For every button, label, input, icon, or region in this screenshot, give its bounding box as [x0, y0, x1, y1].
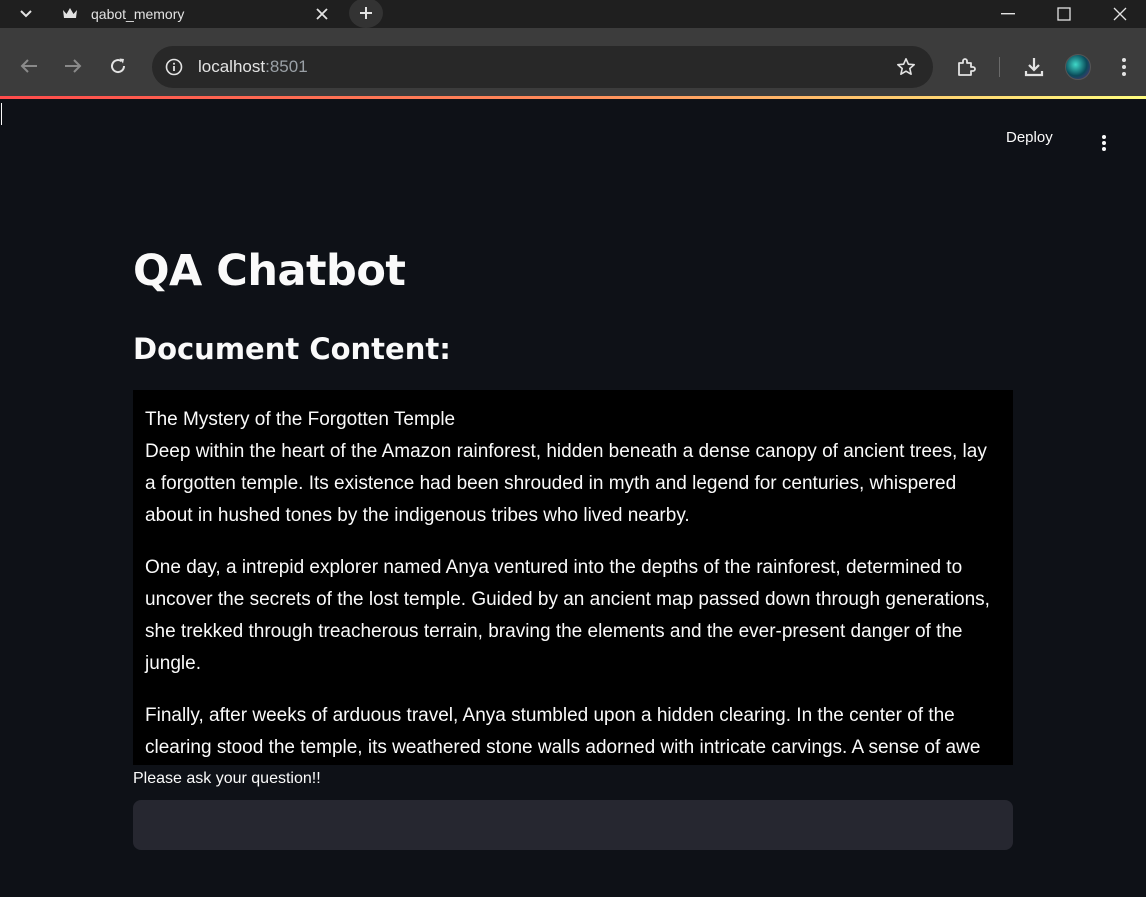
document-content-box[interactable]: The Mystery of the Forgotten Temple Deep…	[133, 390, 1013, 765]
reload-icon	[111, 58, 126, 74]
document-title-line: The Mystery of the Forgotten Temple	[145, 409, 456, 430]
arrow-right-icon	[65, 59, 82, 73]
extensions-puzzle-icon[interactable]	[954, 54, 980, 80]
profile-avatar[interactable]	[1065, 54, 1091, 80]
minimize-button[interactable]	[980, 0, 1036, 28]
question-input[interactable]	[133, 800, 1013, 850]
plus-icon	[360, 7, 372, 19]
reload-button[interactable]	[106, 54, 130, 78]
arrow-left-icon	[20, 59, 37, 73]
new-tab-button[interactable]	[349, 0, 383, 28]
url-host: localhost	[198, 57, 266, 76]
tab-search-chevron-icon[interactable]	[14, 4, 38, 24]
maximize-icon	[1057, 7, 1071, 21]
site-info-icon[interactable]	[162, 55, 186, 79]
url-port: :8501	[265, 57, 308, 76]
toolbar-divider	[999, 57, 1000, 77]
browser-tab[interactable]: qabot_memory	[46, 0, 340, 28]
close-window-button[interactable]	[1092, 0, 1146, 28]
document-paragraph: One day, a intrepid explorer named Anya …	[145, 557, 990, 674]
close-icon	[1113, 7, 1127, 21]
document-paragraph: Deep within the heart of the Amazon rain…	[145, 441, 987, 526]
streamlit-crown-icon	[62, 7, 78, 21]
tab-title: qabot_memory	[91, 6, 185, 22]
deploy-button[interactable]: Deploy	[1006, 129, 1053, 146]
minimize-icon	[1001, 13, 1015, 15]
forward-button[interactable]	[61, 54, 85, 78]
bookmark-star-icon[interactable]	[895, 56, 917, 78]
page-title: QA Chatbot	[133, 246, 406, 296]
maximize-button[interactable]	[1036, 0, 1092, 28]
text-cursor	[1, 103, 2, 125]
browser-toolbar: localhost:8501	[0, 28, 1146, 98]
app-main-menu-icon[interactable]	[1092, 131, 1116, 155]
document-paragraph: Finally, after weeks of arduous travel, …	[145, 705, 981, 758]
downloads-icon[interactable]	[1021, 54, 1047, 80]
url-text: localhost:8501	[198, 57, 308, 77]
browser-menu-kebab-icon[interactable]	[1111, 54, 1137, 80]
address-bar[interactable]: localhost:8501	[152, 46, 933, 88]
browser-tab-bar: qabot_memory	[0, 0, 1146, 28]
question-label: Please ask your question!!	[133, 770, 321, 787]
tab-close-icon[interactable]	[312, 4, 332, 24]
document-content-heading: Document Content:	[133, 332, 451, 366]
back-button[interactable]	[17, 54, 41, 78]
streamlit-app: Deploy QA Chatbot Document Content: The …	[0, 99, 1146, 897]
